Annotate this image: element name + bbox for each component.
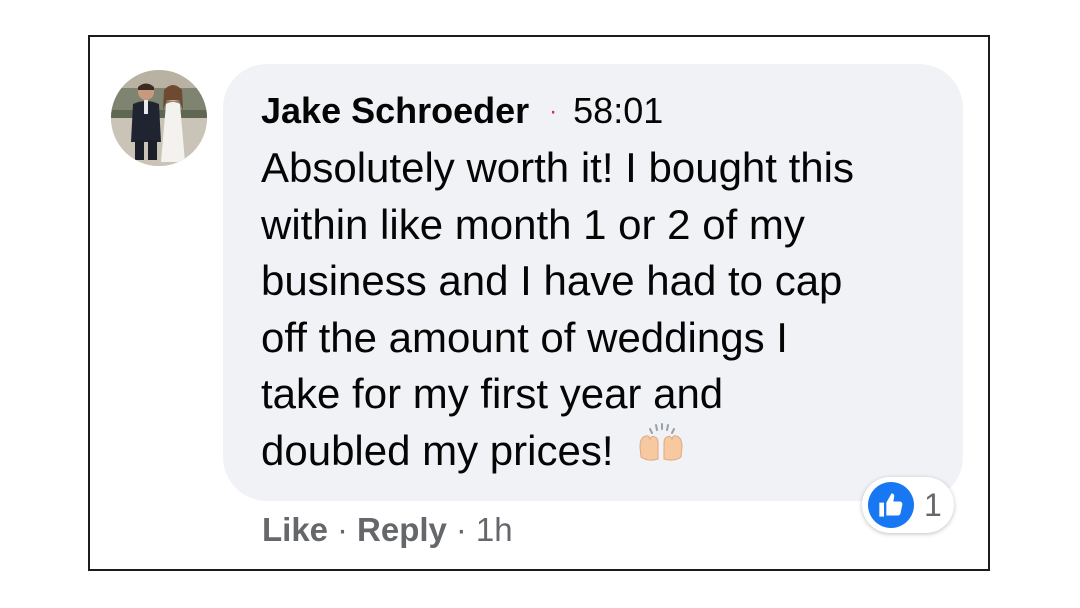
comment-header: Jake Schroeder · 58:01: [261, 90, 927, 136]
reaction-count: 1: [924, 486, 942, 523]
comment-line: take for my first year and: [261, 370, 724, 417]
comment-bubble: Jake Schroeder · 58:01 Absolutely worth …: [223, 64, 963, 501]
like-action[interactable]: Like: [262, 511, 328, 549]
thumbs-up-icon: [868, 482, 914, 528]
author-name[interactable]: Jake Schroeder: [261, 90, 529, 132]
comment-line: off the amount of weddings I: [261, 313, 788, 361]
action-separator: ·: [337, 511, 349, 548]
avatar[interactable]: [111, 70, 207, 166]
comment-line: doubled my prices!: [261, 426, 614, 474]
comment-last-line: doubled my prices!: [261, 423, 941, 482]
comment-age[interactable]: 1h: [476, 511, 513, 549]
reply-action[interactable]: Reply: [357, 511, 447, 549]
comment-text: Absolutely worth it! I bought this withi…: [261, 140, 941, 482]
comment-line: Absolutely worth it! I bought this: [261, 144, 854, 191]
raising-hands-emoji: [636, 421, 686, 478]
separator-dot: ·: [549, 98, 558, 125]
comment-line: within like month 1 or 2 of my: [261, 200, 805, 248]
comment-timestamp[interactable]: 58:01: [573, 90, 663, 132]
reaction-summary[interactable]: 1: [862, 477, 954, 533]
action-separator: ·: [455, 511, 467, 548]
comment-actions: Like · Reply · 1h: [262, 508, 513, 552]
comment-line: business and I have had to cap: [261, 257, 843, 304]
avatar-photo: [111, 70, 207, 166]
